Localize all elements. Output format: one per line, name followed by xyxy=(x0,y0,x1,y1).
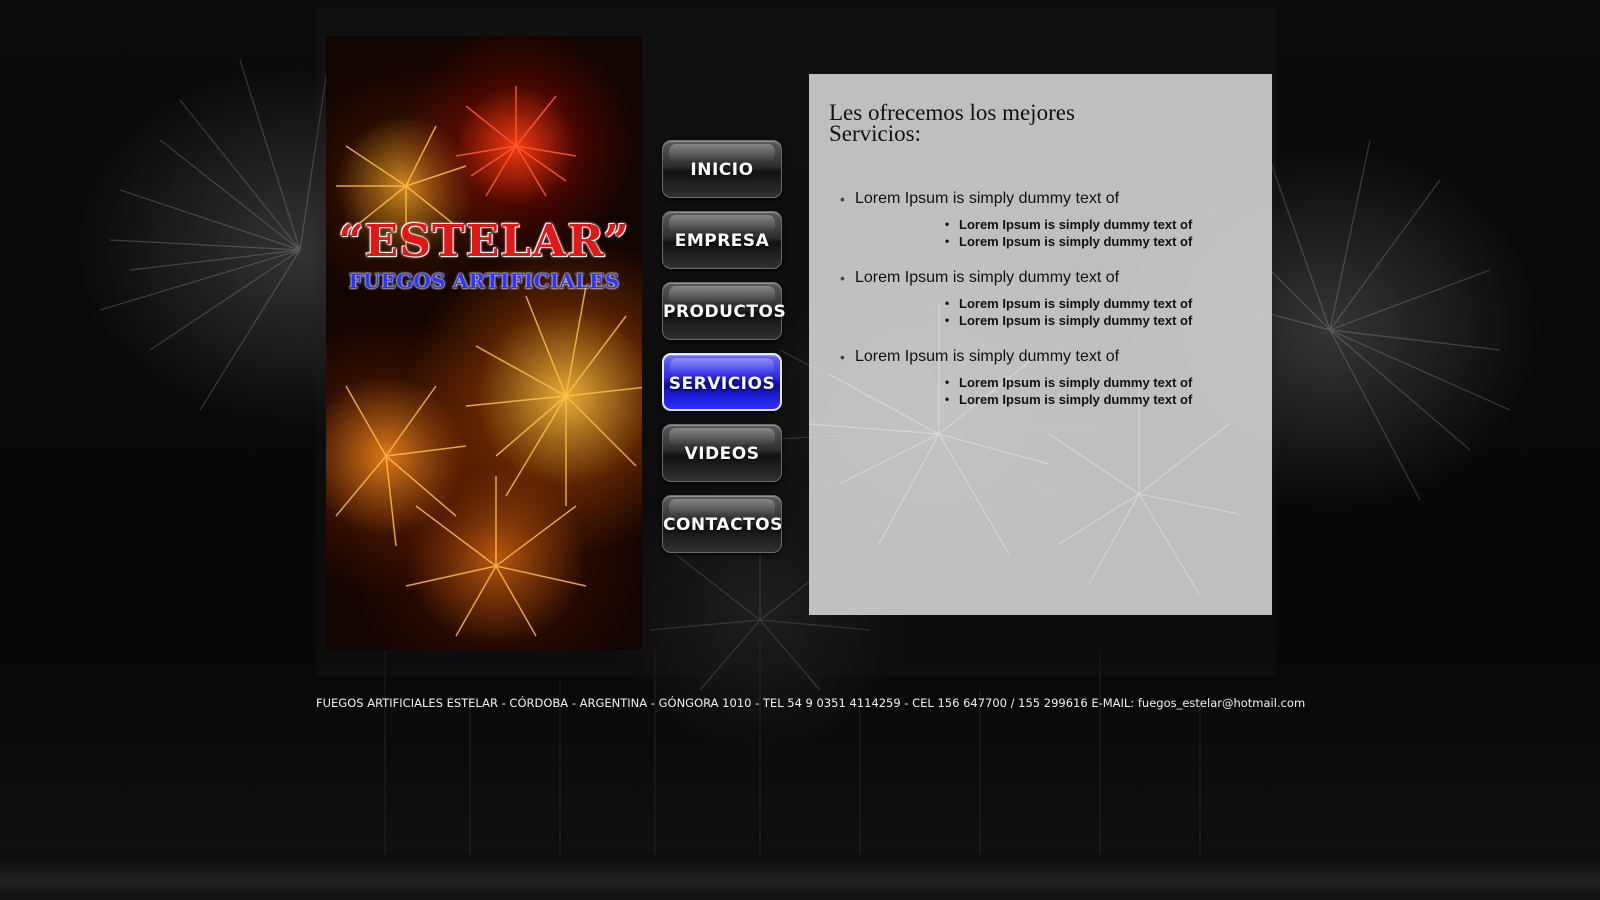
service-item-label: Lorem Ipsum is simply dummy text of xyxy=(855,190,1120,207)
service-item: Lorem Ipsum is simply dummy text of Lore… xyxy=(829,269,1192,329)
service-sublist: Lorem Ipsum is simply dummy text of Lore… xyxy=(945,295,1192,329)
service-subitem: Lorem Ipsum is simply dummy text of xyxy=(945,374,1192,391)
service-subitem: Lorem Ipsum is simply dummy text of xyxy=(945,295,1192,312)
service-item: Lorem Ipsum is simply dummy text of Lore… xyxy=(829,190,1192,250)
fireworks-photo xyxy=(335,86,642,637)
content-heading: Les ofrecemos los mejores Servicios: xyxy=(829,101,1129,146)
brand-title: “ESTELAR” xyxy=(338,216,630,267)
service-subitem: Lorem Ipsum is simply dummy text of xyxy=(945,391,1192,408)
nav-button-contactos[interactable]: CONTACTOS xyxy=(662,495,782,553)
main-nav: INICIO EMPRESA PRODUCTOS SERVICIOS VIDEO… xyxy=(662,140,786,566)
content-heading-line2: Servicios: xyxy=(829,121,921,146)
service-item-label: Lorem Ipsum is simply dummy text of xyxy=(855,269,1120,286)
service-sublist: Lorem Ipsum is simply dummy text of Lore… xyxy=(945,374,1192,408)
nav-button-inicio[interactable]: INICIO xyxy=(662,140,782,198)
nav-button-empresa[interactable]: EMPRESA xyxy=(662,211,782,269)
water-reflection xyxy=(0,855,1600,900)
service-subitem: Lorem Ipsum is simply dummy text of xyxy=(945,233,1192,250)
nav-button-productos[interactable]: PRODUCTOS xyxy=(662,282,786,340)
content-panel: Les ofrecemos los mejores Servicios: Lor… xyxy=(809,74,1272,615)
nav-button-videos[interactable]: VIDEOS xyxy=(662,424,782,482)
service-item: Lorem Ipsum is simply dummy text of Lore… xyxy=(829,348,1192,408)
brand-banner: “ESTELAR” FUEGOS ARTIFICIALES xyxy=(326,36,642,650)
nav-button-servicios[interactable]: SERVICIOS xyxy=(662,353,782,411)
service-subitem: Lorem Ipsum is simply dummy text of xyxy=(945,216,1192,233)
service-subitem: Lorem Ipsum is simply dummy text of xyxy=(945,312,1192,329)
service-list: Lorem Ipsum is simply dummy text of Lore… xyxy=(829,190,1192,427)
brand-subtitle: FUEGOS ARTIFICIALES xyxy=(348,269,620,293)
footer-contact-info: FUEGOS ARTIFICIALES ESTELAR - CÓRDOBA - … xyxy=(316,696,1306,710)
page: “ESTELAR” FUEGOS ARTIFICIALES INICIO EMP… xyxy=(0,0,1600,900)
service-item-label: Lorem Ipsum is simply dummy text of xyxy=(855,348,1120,365)
service-sublist: Lorem Ipsum is simply dummy text of Lore… xyxy=(945,216,1192,250)
